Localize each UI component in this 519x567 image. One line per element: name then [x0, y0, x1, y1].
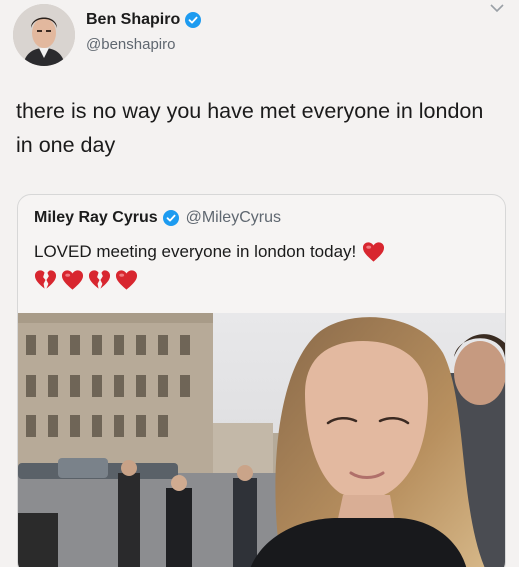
tweet-card: Ben Shapiro @benshapiro there is no way … [0, 0, 519, 567]
quoted-tweet-text: LOVED meeting everyone in london today! [34, 242, 357, 261]
author-handle[interactable]: @benshapiro [86, 36, 175, 53]
author-name-row[interactable]: Ben Shapiro [86, 11, 202, 29]
heart-icon [61, 270, 84, 290]
quoted-author-name[interactable]: Miley Ray Cyrus [34, 209, 158, 227]
quoted-author-handle[interactable]: @MileyCyrus [186, 209, 281, 227]
quoted-author-row: Miley Ray Cyrus @MileyCyrus [34, 209, 281, 227]
broken-heart-icon [88, 270, 111, 289]
quoted-tweet-text-row: LOVED meeting everyone in london today! [34, 241, 385, 263]
attached-photo[interactable] [18, 313, 505, 567]
chevron-down-icon[interactable] [489, 2, 505, 14]
author-name[interactable]: Ben Shapiro [86, 11, 180, 29]
quoted-tweet[interactable]: Miley Ray Cyrus @MileyCyrus LOVED meetin… [17, 194, 506, 567]
avatar[interactable] [13, 4, 75, 66]
verified-badge-icon [162, 210, 179, 226]
verified-badge-icon [185, 12, 202, 28]
heart-icon [115, 270, 138, 290]
heart-icon [363, 242, 385, 262]
heart-emoji-row [34, 269, 138, 291]
tweet-text: there is no way you have met everyone in… [16, 99, 484, 157]
broken-heart-icon [34, 270, 57, 289]
